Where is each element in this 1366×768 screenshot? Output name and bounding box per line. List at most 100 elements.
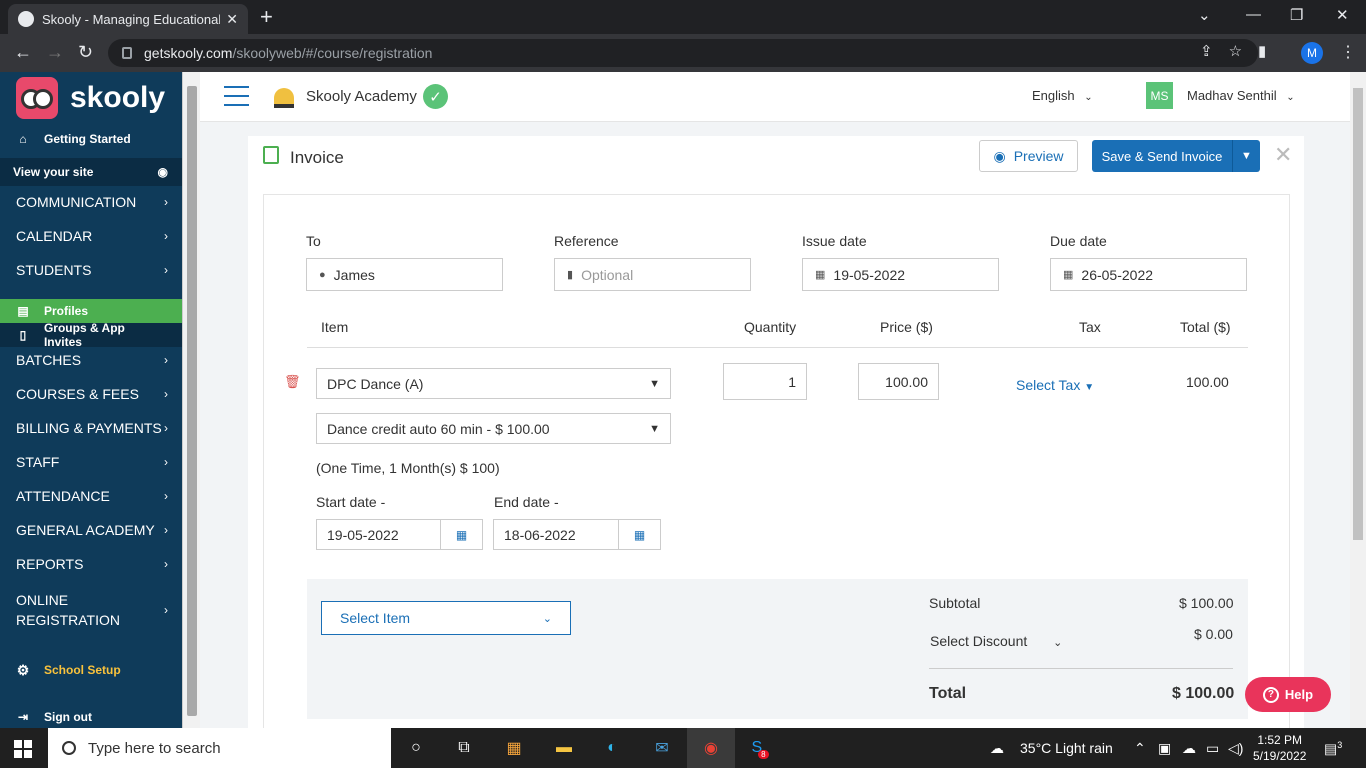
sidebar-item-attendance[interactable]: ATTENDANCE › [0,488,182,504]
academy-name: Skooly Academy [306,88,417,105]
sidebar-item-students[interactable]: STUDENTS › [0,262,182,278]
sidebar-item-billing-payments[interactable]: BILLING & PAYMENTS › [0,420,182,436]
calendar-icon[interactable]: ▦ [618,520,660,549]
calendar-icon: ▦ [1063,269,1074,281]
preview-button[interactable]: ◉ Preview [979,140,1078,172]
new-tab-icon[interactable]: + [260,5,273,29]
due-date-label: Due date [1050,233,1107,249]
restore-icon[interactable]: ❐ [1290,6,1303,24]
edge-icon[interactable]: ◐ [600,736,624,760]
cortana-icon[interactable]: ○ [404,736,428,760]
volume-icon[interactable]: ◁) [1228,740,1243,757]
reload-icon[interactable]: ↻ [78,42,93,62]
mail-icon[interactable]: ✉ [650,736,674,760]
sidebar-scroll-thumb[interactable] [187,86,197,716]
sidebar-item-label: BILLING & PAYMENTS [16,420,162,436]
url-path: /skoolyweb/#/course/registration [232,45,433,61]
chevron-down-icon: ⌄ [1084,92,1093,103]
select-tax-link[interactable]: Select Tax ▼ [1016,377,1094,393]
main-content: Skooly Academy ✓ English ⌄ MS Madhav Sen… [200,72,1366,728]
sidebar-school-setup[interactable]: ⚙ School Setup [0,660,182,680]
column-price: Price ($) [880,319,933,335]
window-close-icon[interactable]: ✕ [1336,6,1349,24]
windows-start-icon[interactable] [14,740,32,758]
network-icon[interactable]: ☁ [1182,740,1196,757]
save-send-invoice-button[interactable]: Save & Send Invoice [1092,140,1232,172]
hamburger-menu-icon[interactable] [224,86,249,106]
sidebar-item-label: Getting Started [44,132,131,146]
reference-field[interactable]: ▮ Optional [554,258,751,291]
chevron-right-icon: › [164,387,168,401]
close-icon[interactable]: ✕ [1274,142,1292,168]
user-menu[interactable]: Madhav Senthil ⌄ [1187,88,1295,103]
issue-date-field[interactable]: ▦ 19-05-2022 [802,258,999,291]
tab-close-icon[interactable]: ✕ [226,11,238,28]
help-button[interactable]: ? Help [1245,677,1331,712]
browser-profile-avatar[interactable]: M [1301,42,1323,64]
browser-menu-icon[interactable]: ⋮ [1340,42,1356,62]
share-icon[interactable]: ⇪ [1200,42,1213,60]
sidebar-sub-groups[interactable]: ▯ Groups & App Invites [0,321,182,349]
end-date-field[interactable]: 18-06-2022 ▦ [493,519,661,550]
sidebar-item-staff[interactable]: STAFF › [0,454,182,470]
tab-search-icon[interactable]: ⌄ [1198,6,1211,24]
select-item-dropdown[interactable]: Select Item ⌄ [321,601,571,635]
skooly-logo[interactable]: skooly [16,77,165,119]
save-options-chevron-icon[interactable]: ▼ [1232,140,1260,172]
trash-icon[interactable]: 🗑 [284,374,301,390]
sidebar-scrollbar[interactable] [182,72,200,728]
phone-icon: ▯ [19,328,27,342]
taskbar-clock[interactable]: 1:52 PM 5/19/2022 [1253,732,1306,764]
skype-icon[interactable]: S8 [748,736,772,760]
user-name: Madhav Senthil [1187,88,1277,103]
battery-icon[interactable]: ▭ [1206,740,1219,757]
side-panel-icon[interactable]: ▮ [1258,42,1266,60]
back-icon[interactable]: ← [14,42,32,62]
user-avatar[interactable]: MS [1146,82,1173,109]
forward-icon[interactable]: → [46,42,64,62]
meet-icon[interactable]: ▣ [1158,740,1171,757]
chrome-icon[interactable]: ◉ [699,736,723,760]
minimize-icon[interactable]: — [1246,6,1261,23]
sidebar-item-reports[interactable]: REPORTS › [0,556,182,572]
plan-select[interactable]: Dance credit auto 60 min - $ 100.00 ▼ [316,413,671,444]
tray-chevron-up-icon[interactable]: ⌃ [1134,740,1146,757]
taskbar-search[interactable]: Type here to search [48,728,391,768]
select-discount-label: Select Discount [930,633,1028,649]
notification-icon[interactable]: ▤3 [1324,740,1342,758]
sidebar-item-calendar[interactable]: CALENDAR › [0,228,182,244]
address-bar[interactable]: getskooly.com /skoolyweb/#/course/regist… [108,39,1258,67]
academy-logo-icon [274,88,294,108]
browser-tab[interactable]: Skooly - Managing Educational J ✕ [8,4,248,34]
sidebar-sign-out[interactable]: ⇥ Sign out [0,708,182,726]
sidebar-getting-started[interactable]: ⌂ Getting Started [0,128,182,150]
weather-icon[interactable]: ☁ [990,740,1004,757]
sidebar-item-label: STUDENTS [16,262,92,278]
start-date-field[interactable]: 19-05-2022 ▦ [316,519,483,550]
sidebar-item-general-academy[interactable]: GENERAL ACADEMY › [0,522,182,538]
quantity-input[interactable]: 1 [723,363,807,400]
sidebar-item-batches[interactable]: BATCHES › [0,352,182,368]
sidebar-item-courses-fees[interactable]: COURSES & FEES › [0,386,182,402]
task-view-icon[interactable]: ⧉ [452,736,476,760]
to-field[interactable]: ● James [306,258,503,291]
sidebar-item-communication[interactable]: COMMUNICATION › [0,194,182,210]
file-explorer-icon[interactable]: ▬ [552,736,576,760]
sidebar-item-online-registration[interactable]: ONLINE REGISTRATION › [0,590,182,630]
calendar-icon[interactable]: ▦ [440,520,482,549]
weather-text[interactable]: 35°C Light rain [1020,740,1113,756]
due-date-field[interactable]: ▦ 26-05-2022 [1050,258,1247,291]
page-scrollbar[interactable] [1350,72,1366,728]
page-scroll-thumb[interactable] [1353,88,1363,540]
language-selector[interactable]: English ⌄ [1032,88,1093,103]
bookmark-star-icon[interactable]: ☆ [1229,42,1242,60]
price-input[interactable]: 100.00 [858,363,939,400]
item-select[interactable]: DPC Dance (A) ▼ [316,368,671,399]
store-icon[interactable]: ▦ [502,736,526,760]
chevron-right-icon: › [164,489,168,503]
sidebar-sub-profiles[interactable]: ▤ Profiles [0,299,182,323]
select-discount-link[interactable]: Select Discount ⌄ [930,633,1062,649]
calendar-icon: ▦ [815,269,826,281]
sidebar-view-site[interactable]: View your site ◉ [0,158,182,186]
chevron-down-icon: ▼ [649,377,660,390]
